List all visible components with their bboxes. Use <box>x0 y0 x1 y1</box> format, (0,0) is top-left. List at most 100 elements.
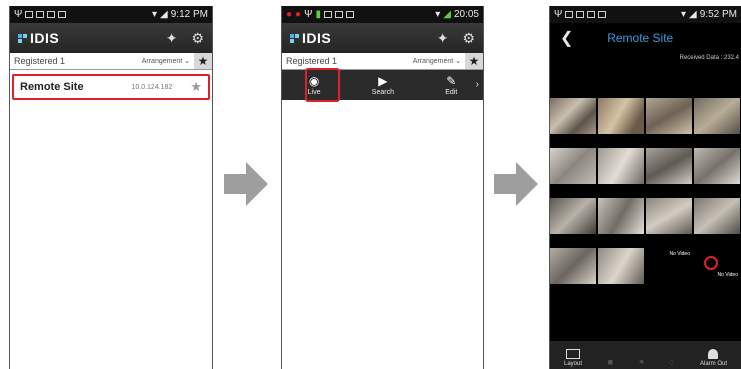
signal-icon: ◢ <box>443 9 451 20</box>
no-video-icon <box>704 256 718 270</box>
signal-icon: ◢ <box>689 9 697 20</box>
camera-tile[interactable] <box>598 198 644 234</box>
camera-grid: No Video No Video <box>550 98 740 298</box>
logo-mark-icon <box>18 33 27 43</box>
camera-tile[interactable] <box>694 148 740 184</box>
notification-icon <box>25 11 34 18</box>
back-arrow-icon[interactable]: ❮ <box>560 28 573 48</box>
edit-button[interactable]: ✎ Edit <box>445 74 457 96</box>
no-video-label: No Video <box>717 272 738 278</box>
notification-icon <box>323 11 332 18</box>
camera-tile-no-video[interactable]: No Video <box>646 248 692 284</box>
notification-icons: Ψ <box>14 9 67 20</box>
logo-mark-icon <box>290 33 299 43</box>
site-ip: 10.0.124.182 <box>131 83 173 91</box>
live-bottom-bar: Layout ■ ◂ ○ Alarm Out <box>550 341 741 369</box>
app-header: IDIS ✦ ⚙ <box>282 23 483 53</box>
bell-icon <box>708 349 719 359</box>
notification-icons: Ψ <box>554 9 607 20</box>
step-arrow-icon <box>224 162 268 206</box>
group-bar: Registered 1 Arrangement ⌄ ★ <box>10 53 212 70</box>
camera-tile[interactable] <box>598 148 644 184</box>
arrangement-dropdown[interactable]: Arrangement ⌄ <box>142 57 190 65</box>
chevron-right-icon[interactable]: › <box>476 79 479 90</box>
gear-icon[interactable]: ⚙ <box>191 30 204 47</box>
step-arrow-icon <box>494 162 538 206</box>
usb-icon: Ψ <box>14 9 23 20</box>
notification-icon: ● <box>295 9 302 20</box>
layout-button[interactable]: Layout <box>564 349 582 367</box>
arrangement-dropdown[interactable]: Arrangement ⌄ <box>413 57 461 65</box>
site-list-item[interactable]: Remote Site 10.0.124.182 ★ <box>12 74 210 100</box>
notification-icon <box>565 11 574 18</box>
app-logo: IDIS <box>18 30 59 46</box>
play-circle-icon: ▶ <box>378 74 388 88</box>
app-title: IDIS <box>30 30 60 46</box>
camera-tile[interactable] <box>550 148 596 184</box>
no-video-label: No Video <box>669 251 690 257</box>
notification-icon <box>587 11 596 18</box>
app-title: IDIS <box>302 30 332 46</box>
camera-tile[interactable] <box>646 98 692 134</box>
camera-tile[interactable] <box>694 198 740 234</box>
camera-icon: ■ <box>607 357 614 367</box>
layout-icon <box>566 349 580 359</box>
phone-screen-site-actions: ● ● Ψ ▮ ▾ ◢ 20:05 IDIS ✦ ⚙ Registered 1 <box>281 6 484 369</box>
edit-label: Edit <box>445 89 458 96</box>
gear-icon[interactable]: ⚙ <box>462 30 475 47</box>
layout-label: Layout <box>564 361 583 367</box>
wifi-icon: ▾ <box>152 9 158 20</box>
favorite-filter-button[interactable]: ★ <box>194 53 212 69</box>
arrangement-label: Arrangement <box>141 58 183 65</box>
site-name: Remote Site <box>20 81 84 93</box>
star-icon: ★ <box>468 54 480 68</box>
signal-icon: ◢ <box>160 9 168 20</box>
star-icon: ★ <box>197 54 209 68</box>
notification-icon <box>36 11 45 18</box>
usb-icon: Ψ <box>304 9 313 20</box>
status-bar: Ψ ▾ ◢ 9:52 PM <box>550 6 741 23</box>
notification-icon <box>598 11 607 18</box>
alarm-out-button[interactable]: Alarm Out <box>700 349 727 367</box>
arrangement-label: Arrangement <box>412 58 454 65</box>
site-action-bar: ◉ Live ▶ Search ✎ Edit › <box>282 68 483 102</box>
battery-saver-icon: ▮ <box>315 9 321 20</box>
favorite-filter-button[interactable]: ★ <box>465 53 483 69</box>
notification-icon <box>576 11 585 18</box>
camera-tile[interactable] <box>598 248 644 284</box>
notification-icon: ● <box>286 9 293 20</box>
camera-tile[interactable] <box>550 98 596 134</box>
wifi-icon: ▾ <box>435 9 441 20</box>
search-label: Search <box>371 89 394 96</box>
ptz-icon: ○ <box>668 357 675 367</box>
favorite-star-icon[interactable]: ★ <box>190 79 202 95</box>
status-time: 9:52 PM <box>699 9 737 20</box>
status-time: 9:12 PM <box>170 9 208 20</box>
notification-icon <box>47 11 56 18</box>
search-button[interactable]: ▶ Search <box>372 74 394 96</box>
camera-tile[interactable] <box>694 98 740 134</box>
status-bar: Ψ ▾ ◢ 9:12 PM <box>10 6 212 23</box>
pin-icon[interactable]: ✦ <box>437 30 449 47</box>
phone-screen-live-view: Ψ ▾ ◢ 9:52 PM ❮ Remote Site Received Dat… <box>549 6 741 369</box>
camera-tile[interactable] <box>598 98 644 134</box>
alarm-out-label: Alarm Out <box>699 361 727 367</box>
live-highlight <box>305 68 340 102</box>
received-data: Received Data : 232.4 <box>550 53 741 63</box>
app-logo: IDIS <box>290 30 331 46</box>
camera-tile-no-video[interactable]: No Video <box>694 248 740 284</box>
notification-icons: ● ● Ψ ▮ <box>286 9 354 20</box>
camera-tile[interactable] <box>646 198 692 234</box>
camera-tile[interactable] <box>550 198 596 234</box>
status-time: 20:05 <box>453 9 479 20</box>
notification-icon <box>345 11 354 18</box>
camera-tile[interactable] <box>646 148 692 184</box>
pin-icon[interactable]: ✦ <box>166 30 178 47</box>
notification-icon <box>58 11 67 18</box>
camera-tile[interactable] <box>550 248 596 284</box>
live-title: Remote Site <box>607 31 674 45</box>
pencil-icon: ✎ <box>446 74 457 88</box>
phone-screen-site-list: Ψ ▾ ◢ 9:12 PM IDIS ✦ ⚙ Registered 1 Arra… <box>9 6 213 369</box>
group-label: Registered 1 <box>286 56 338 66</box>
app-header: IDIS ✦ ⚙ <box>10 23 212 53</box>
